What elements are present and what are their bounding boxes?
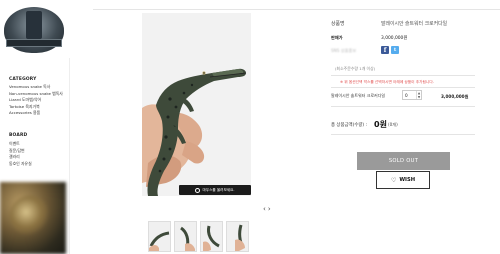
- selected-item-price: 3,000,000원: [441, 94, 469, 99]
- site-logo[interactable]: [0, 0, 70, 58]
- wish-button[interactable]: ♡ WISH: [376, 171, 430, 189]
- price-value: 3,000,000원: [381, 36, 408, 41]
- thumbnail-4[interactable]: [226, 221, 249, 252]
- min-quantity-note: (최소주문수량 1개 이상): [335, 66, 376, 71]
- thumbnail-strip: [148, 221, 249, 252]
- zoom-hint: 마우스를 올려보세요.: [179, 185, 251, 195]
- divider: [331, 87, 475, 88]
- board-item-free[interactable]: 동호인 자유실: [9, 161, 32, 168]
- board-item-event[interactable]: 이벤트: [9, 141, 32, 148]
- thumbnail-2[interactable]: [174, 221, 197, 252]
- facebook-icon[interactable]: f: [381, 46, 389, 54]
- sold-out-button[interactable]: SOLD OUT: [357, 152, 450, 170]
- thumbnail-3[interactable]: [200, 221, 223, 252]
- magnifier-icon: [195, 187, 201, 193]
- sidebar: CATEGORY Venomous snake 독사 Non-venomous …: [0, 0, 70, 254]
- product-name-value: 말레이시안 슬트워터 크로커다일: [381, 21, 448, 27]
- next-thumbnail-button[interactable]: ›: [268, 205, 271, 213]
- category-item-non-venomous[interactable]: Non-venomous snake 뱀독사: [9, 91, 63, 98]
- option-note: ※ 위 옵션선택 박스를 선택하시면 아래에 상품이 추가됩니다.: [340, 80, 434, 84]
- thumbnail-nav: ‹ ›: [263, 205, 271, 213]
- board-list: 이벤트 질문/답변 갤러리 동호인 자유실: [9, 141, 32, 167]
- board-title: BOARD: [9, 133, 28, 138]
- price-label: 판매가: [331, 35, 343, 40]
- total-label: 총 상품금액(수량) :: [331, 123, 367, 128]
- category-item-lizard[interactable]: Lizard 도마뱀/악어: [9, 97, 63, 104]
- quantity-down-icon[interactable]: ▼: [418, 95, 420, 99]
- quantity-value[interactable]: 0: [403, 93, 416, 98]
- board-item-gallery[interactable]: 갤러리: [9, 154, 32, 161]
- quantity-stepper[interactable]: 0 ▲ ▼: [402, 90, 422, 100]
- category-title: CATEGORY: [9, 77, 37, 82]
- crocodile-photo: [142, 13, 251, 196]
- prev-thumbnail-button[interactable]: ‹: [263, 205, 266, 213]
- sidebar-banner-image[interactable]: [0, 182, 66, 254]
- wish-label: WISH: [399, 177, 416, 183]
- total-value: 0원: [374, 120, 387, 129]
- divider: [331, 134, 475, 135]
- total-count: (0개): [388, 122, 398, 127]
- heart-outline-icon: ♡: [390, 176, 397, 184]
- category-list: Venomous snake 독사 Non-venomous snake 뱀독사…: [9, 84, 63, 117]
- top-divider: [93, 9, 500, 10]
- sns-share: f t: [381, 46, 399, 54]
- product-name-label: 상품명: [331, 21, 345, 27]
- sns-label: SNS 상품홍보: [331, 48, 357, 53]
- board-item-qna[interactable]: 질문/답변: [9, 148, 32, 155]
- zoom-hint-text: 마우스를 올려보세요.: [202, 187, 235, 192]
- logo-emblem-icon: [4, 7, 64, 53]
- divider: [331, 75, 475, 76]
- category-item-accessories[interactable]: Accessories 용품: [9, 110, 63, 117]
- thumbnail-1[interactable]: [148, 221, 171, 252]
- product-main-image[interactable]: 마우스를 올려보세요.: [142, 13, 251, 196]
- category-item-venomous[interactable]: Venomous snake 독사: [9, 84, 63, 91]
- selected-item-name: 말레이시안 솔트워터 크로커다일: [331, 93, 386, 98]
- twitter-icon[interactable]: t: [391, 46, 399, 54]
- divider: [331, 106, 475, 107]
- category-item-tortoise[interactable]: Tortoise 육지거북: [9, 104, 63, 111]
